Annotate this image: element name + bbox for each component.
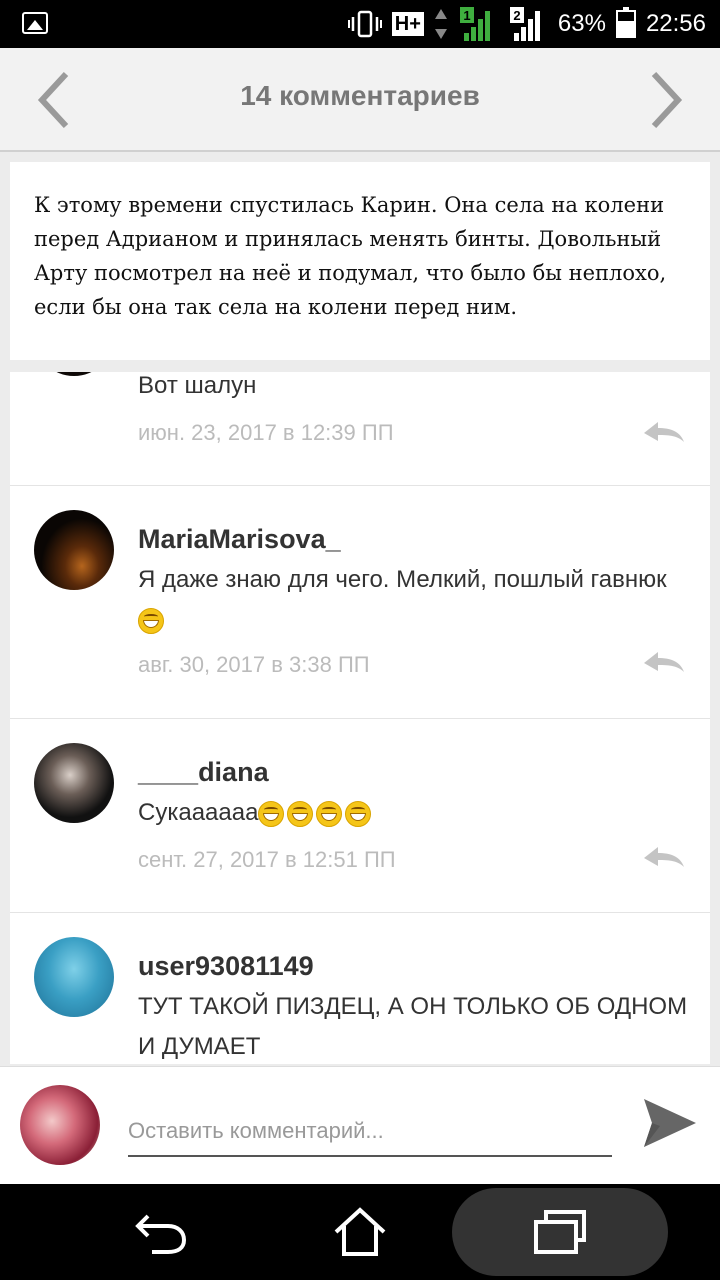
signal-sim1-icon: 1 (459, 7, 490, 41)
grinning-emoji-icon (316, 800, 343, 827)
network-type-badge: H+ (391, 12, 424, 36)
send-button[interactable] (640, 1093, 700, 1153)
user-avatar[interactable] (34, 937, 114, 1017)
home-icon (334, 1207, 386, 1256)
sim2-label: 2 (513, 8, 520, 23)
comment-item: Вот шалун июн. 23, 2017 в 12:39 ПП (10, 372, 710, 486)
comment-date: сент. 27, 2017 в 12:51 ПП (138, 847, 396, 872)
grinning-emoji-icon (138, 607, 164, 634)
back-button[interactable] (110, 1196, 210, 1268)
battery-percent: 63% (557, 10, 606, 37)
status-bar: H+ 1 2 63% 22:56 (0, 0, 720, 48)
page-title: 14 комментариев (240, 80, 480, 111)
clock: 22:56 (645, 10, 706, 37)
user-avatar[interactable] (34, 372, 114, 376)
comment-item: user93081149 ТУТ ТАКОЙ ПИЗДЕЦ, А ОН ТОЛЬ… (10, 913, 710, 1064)
story-excerpt: К этому времени спустилась Карин. Она се… (10, 162, 710, 360)
chevron-right-icon (651, 71, 683, 129)
comment-date: июн. 23, 2017 в 12:39 ПП (138, 420, 394, 445)
battery-icon (615, 7, 636, 38)
image-notification-icon (22, 12, 48, 34)
next-button[interactable] (636, 68, 696, 132)
user-avatar[interactable] (34, 743, 114, 823)
signal-sim2-icon: 2 (509, 7, 540, 41)
comment-item: MariaMarisova_ Я даже знаю для чего. Мел… (10, 486, 710, 719)
comment-text: Сукаааааа (138, 793, 690, 833)
comment-text: Я даже знаю для чего. Мелкий, пошлый гав… (138, 560, 690, 640)
system-navigation-bar (0, 1184, 720, 1280)
comment-date: авг. 30, 2017 в 3:38 ПП (138, 652, 370, 677)
sim1-label: 1 (463, 8, 470, 23)
user-avatar[interactable] (34, 510, 114, 590)
back-icon (135, 1214, 187, 1254)
send-icon (644, 1099, 696, 1147)
home-button[interactable] (310, 1196, 410, 1268)
comment-item: ____diana Сукаааааа сент. 27, 2017 в 12:… (10, 719, 710, 913)
recent-apps-icon (534, 1210, 586, 1254)
comment-username[interactable]: ____diana (138, 757, 269, 788)
comments-header: 14 комментариев (0, 48, 720, 152)
grinning-emoji-icon (258, 800, 285, 827)
comment-text: Вот шалун (138, 372, 257, 399)
reply-icon[interactable] (642, 843, 686, 873)
reply-icon[interactable] (642, 418, 686, 448)
comment-input[interactable] (128, 1107, 612, 1157)
status-indicators: H+ 1 2 63% 22:56 (347, 0, 706, 48)
grinning-emoji-icon (287, 800, 314, 827)
reply-icon[interactable] (642, 648, 686, 678)
comments-list[interactable]: Вот шалун июн. 23, 2017 в 12:39 ПП Maria… (10, 372, 710, 1064)
comment-username[interactable]: user93081149 (138, 951, 314, 982)
recent-apps-button[interactable] (510, 1196, 610, 1268)
data-arrows-icon (434, 9, 447, 39)
comment-username[interactable]: MariaMarisova_ (138, 524, 341, 555)
grinning-emoji-icon (345, 800, 372, 827)
current-user-avatar (20, 1085, 100, 1165)
comment-composer (0, 1066, 720, 1184)
vibrate-icon (347, 10, 382, 38)
comment-text: ТУТ ТАКОЙ ПИЗДЕЦ, А ОН ТОЛЬКО ОБ ОДНОМ И… (138, 993, 688, 1060)
